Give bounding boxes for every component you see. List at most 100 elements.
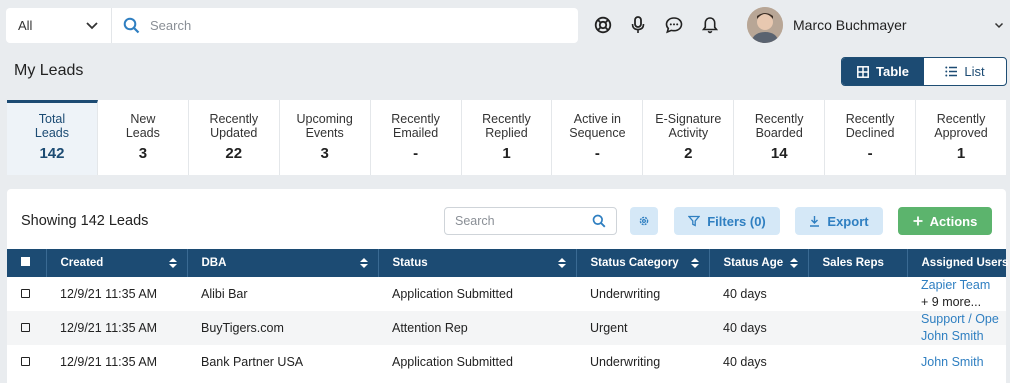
- row-checkbox[interactable]: [21, 289, 30, 298]
- table-settings-button[interactable]: [630, 207, 658, 235]
- column-header-status[interactable]: Status: [378, 249, 577, 277]
- filters-button[interactable]: Filters (0): [674, 207, 780, 235]
- stat-label: Approved: [934, 126, 988, 140]
- table-row[interactable]: 12/9/21 11:35 AM BuyTigers.com Attention…: [7, 311, 1006, 345]
- stat-label: Sequence: [569, 126, 626, 140]
- list-view-button[interactable]: List: [924, 58, 1006, 85]
- sort-icon[interactable]: [557, 258, 566, 268]
- export-button[interactable]: Export: [795, 207, 883, 235]
- cell-created: 12/9/21 11:35 AM: [46, 311, 187, 345]
- cell-status: Application Submitted: [392, 287, 513, 301]
- table-row[interactable]: 12/9/21 11:35 AM Bank Partner USA Applic…: [7, 345, 1006, 379]
- page-title: My Leads: [14, 62, 84, 79]
- stat-label: Total: [38, 112, 66, 126]
- stat-value: 22: [225, 145, 243, 162]
- stat-recently-boarded[interactable]: Recently Boarded 14: [734, 100, 826, 175]
- stat-recently-updated[interactable]: Recently Updated 22: [189, 100, 280, 175]
- sort-icon[interactable]: [690, 258, 699, 268]
- stat-total-leads[interactable]: Total Leads 142: [7, 100, 98, 175]
- assigned-more-text[interactable]: + 9 more...: [921, 295, 981, 309]
- stat-upcoming-events[interactable]: Upcoming Events 3: [280, 100, 371, 175]
- cell-status: Application Submitted: [392, 355, 513, 369]
- cell-dba: BuyTigers.com: [187, 311, 378, 345]
- sort-icon[interactable]: [359, 258, 368, 268]
- stat-label: Updated: [210, 126, 258, 140]
- stat-label: Recently: [209, 112, 259, 126]
- column-header-sales-reps[interactable]: Sales Reps: [808, 249, 908, 277]
- chevron-down-icon: [86, 22, 98, 30]
- stat-recently-replied[interactable]: Recently Replied 1: [462, 100, 553, 175]
- assigned-user-link[interactable]: Support / Ope: [921, 312, 999, 326]
- stat-recently-emailed[interactable]: Recently Emailed -: [371, 100, 462, 175]
- table-row[interactable]: 12/9/21 11:35 AM Alibi Bar Application S…: [7, 277, 1006, 311]
- stat-value: -: [413, 145, 419, 162]
- stat-label: New: [130, 112, 156, 126]
- list-icon: [945, 66, 958, 77]
- column-header-dba[interactable]: DBA: [187, 249, 379, 277]
- stat-label: Declined: [845, 126, 895, 140]
- column-header-label: Status Category: [590, 257, 679, 269]
- column-header-status-category[interactable]: Status Category: [576, 249, 710, 277]
- cell-sales-reps: [808, 277, 907, 311]
- microphone-icon[interactable]: [628, 15, 648, 35]
- help-lifebuoy-icon[interactable]: [593, 15, 613, 35]
- user-name[interactable]: Marco Buchmayer: [793, 17, 907, 33]
- cell-status-age: 40 days: [723, 355, 767, 369]
- sort-icon[interactable]: [789, 258, 798, 268]
- chat-icon[interactable]: [664, 15, 684, 35]
- stat-active-in-sequence[interactable]: Active in Sequence -: [552, 100, 644, 175]
- select-all-header[interactable]: [7, 249, 47, 277]
- cell-dba: Bank Partner USA: [201, 355, 304, 369]
- cell-created: 12/9/21 11:35 AM: [60, 287, 158, 301]
- cell-sales-reps: [808, 345, 907, 379]
- assigned-user-link[interactable]: John Smith: [921, 355, 984, 369]
- lead-stats-bar: Total Leads 142 New Leads 3 Recently Updated 2…: [7, 100, 1006, 175]
- cell-status: Attention Rep: [378, 311, 576, 345]
- list-view-label: List: [964, 64, 985, 79]
- stat-new-leads[interactable]: New Leads 3: [98, 100, 189, 175]
- table-view-button[interactable]: Table: [842, 58, 924, 85]
- stat-label: Recently: [482, 112, 531, 126]
- stat-value: 142: [39, 145, 65, 162]
- scope-select-value: All: [18, 18, 33, 33]
- table-grid-icon: [857, 65, 869, 78]
- cell-created: 12/9/21 11:35 AM: [60, 355, 158, 369]
- bell-icon[interactable]: [700, 15, 720, 35]
- filter-icon: [688, 215, 701, 227]
- column-header-label: Created: [60, 257, 104, 269]
- row-checkbox[interactable]: [21, 357, 30, 366]
- global-search-input[interactable]: [150, 18, 550, 33]
- avatar[interactable]: [747, 7, 783, 43]
- column-header-label: Sales Reps: [822, 257, 884, 269]
- row-checkbox[interactable]: [21, 323, 30, 332]
- column-header-created[interactable]: Created: [46, 249, 188, 277]
- stat-label: Active in: [573, 112, 622, 126]
- column-header-assigned-users[interactable]: Assigned Users: [907, 249, 1009, 277]
- assigned-user-link[interactable]: John Smith: [921, 329, 984, 343]
- cell-assigned-users: Zapier Team + 9 more...: [907, 277, 1006, 311]
- sort-icon[interactable]: [168, 258, 177, 268]
- table-search-input[interactable]: [455, 214, 575, 228]
- cell-sales-reps: [808, 311, 907, 345]
- user-menu-chevron-icon[interactable]: [994, 20, 1004, 30]
- actions-button[interactable]: Actions: [898, 207, 992, 235]
- stat-value: 1: [502, 145, 511, 162]
- stat-esignature-activity[interactable]: E-Signature Activity 2: [643, 100, 735, 175]
- stat-label: Events: [305, 126, 344, 140]
- assigned-user-link[interactable]: Zapier Team: [921, 278, 990, 292]
- view-toggle: Table List: [841, 57, 1007, 86]
- stat-label: Recently: [391, 112, 440, 126]
- column-header-label: DBA: [201, 257, 227, 269]
- stat-label: Recently: [845, 112, 895, 126]
- cell-dba: Alibi Bar: [201, 287, 248, 301]
- select-all-checkbox[interactable]: [21, 257, 30, 266]
- column-header-label: Assigned Users: [921, 257, 1009, 269]
- column-header-status-age[interactable]: Status Age: [709, 249, 809, 277]
- search-icon[interactable]: [592, 214, 606, 228]
- stat-recently-approved[interactable]: Recently Approved 1: [916, 100, 1006, 175]
- scope-select[interactable]: All: [6, 8, 112, 43]
- plus-icon: [913, 216, 923, 226]
- cell-status-category: Urgent: [576, 311, 709, 345]
- stat-recently-declined[interactable]: Recently Declined -: [825, 100, 917, 175]
- stat-label: Recently: [754, 112, 804, 126]
